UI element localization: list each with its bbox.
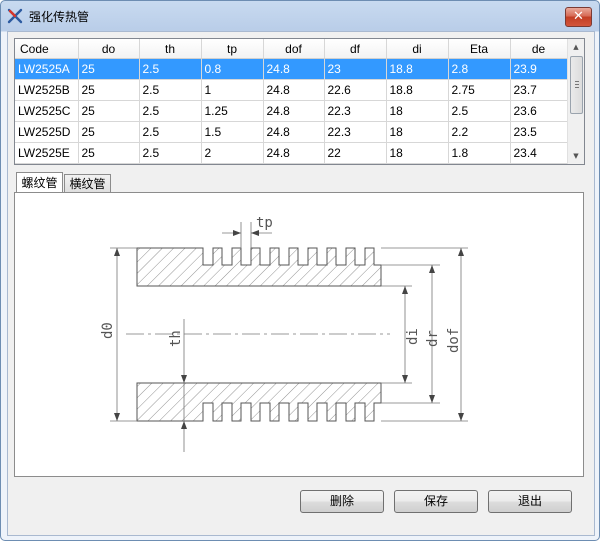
table-cell: LW2525B (15, 79, 79, 101)
title-bar: 强化传热管 ✕ (1, 1, 599, 31)
table-cell: 24.8 (263, 121, 325, 143)
table-cell: LW2525C (15, 100, 79, 122)
table-cell: 1.8 (448, 142, 511, 164)
table-cell: 2.5 (139, 58, 202, 80)
table-cell: 2.5 (139, 79, 202, 101)
tube-cross-section-diagram: tp d0 th di dr dof (100, 215, 468, 452)
column-header[interactable]: do (78, 39, 140, 59)
column-header[interactable]: df (324, 39, 387, 59)
tube-data-grid[interactable]: Code do th tp dof df di Eta de LW2525A 25… (14, 38, 585, 165)
vertical-scrollbar[interactable]: ▲ ▼ (567, 39, 584, 164)
table-cell: 23.5 (510, 121, 568, 143)
table-row-partial[interactable] (15, 163, 568, 164)
x-app-icon (7, 8, 23, 24)
table-cell: LW2525A (15, 58, 79, 80)
table-cell: 1.25 (201, 100, 264, 122)
table-cell: 2.5 (139, 100, 202, 122)
close-button[interactable]: ✕ (565, 7, 592, 27)
table-cell: 25 (78, 79, 140, 101)
table-cell: 22.6 (324, 79, 387, 101)
table-cell: 2.5 (448, 100, 511, 122)
table-cell: 18 (386, 100, 449, 122)
table-row[interactable]: LW2525E 25 2.5 2 24.8 22 18 1.8 23.4 (15, 142, 568, 164)
table-cell: 25 (78, 100, 140, 122)
header-row: Code do th tp dof df di Eta de (15, 39, 568, 59)
column-header[interactable]: Eta (448, 39, 511, 59)
close-icon: ✕ (573, 9, 584, 24)
table-cell: 22.3 (324, 100, 387, 122)
scroll-thumb[interactable] (570, 56, 583, 114)
column-header[interactable]: th (139, 39, 202, 59)
table-cell: 1 (201, 79, 264, 101)
table-cell: 23.4 (510, 142, 568, 164)
table-cell: 25 (78, 142, 140, 164)
table-row[interactable]: LW2525A 25 2.5 0.8 24.8 23 18.8 2.8 23.9 (15, 58, 568, 80)
table-cell: 18 (386, 121, 449, 143)
table-cell: 2.5 (139, 121, 202, 143)
scroll-down-icon[interactable]: ▼ (568, 148, 584, 164)
table-cell: 2 (201, 142, 264, 164)
dr-label: dr (425, 330, 441, 347)
th-label: th (168, 330, 184, 347)
upper-wall (136, 247, 382, 287)
delete-button[interactable]: 删除 (300, 490, 384, 513)
table-row[interactable]: LW2525B 25 2.5 1 24.8 22.6 18.8 2.75 23.7 (15, 79, 568, 101)
di-label: di (405, 328, 421, 345)
table-cell: LW2525D (15, 121, 79, 143)
table-cell: 24.8 (263, 79, 325, 101)
table-cell: 23 (324, 58, 387, 80)
table-cell: 24.8 (263, 142, 325, 164)
data-table: Code do th tp dof df di Eta de LW2525A 25… (15, 39, 568, 164)
table-cell: 0.8 (201, 58, 264, 80)
exit-button[interactable]: 退出 (488, 490, 572, 513)
table-cell: 2.2 (448, 121, 511, 143)
column-header[interactable]: di (386, 39, 449, 59)
table-cell: 24.8 (263, 58, 325, 80)
table-cell: 23.9 (510, 58, 568, 80)
table-cell: 18.8 (386, 79, 449, 101)
column-header[interactable]: de (510, 39, 568, 59)
table-cell: 2.8 (448, 58, 511, 80)
table-cell: 23.7 (510, 79, 568, 101)
table-cell: 25 (78, 58, 140, 80)
lower-wall (136, 382, 382, 422)
column-header[interactable]: Code (15, 39, 79, 59)
dof-label: dof (446, 328, 462, 353)
column-header[interactable]: dof (263, 39, 325, 59)
table-cell: 24.8 (263, 100, 325, 122)
table-cell: 22.3 (324, 121, 387, 143)
table-cell: 2.75 (448, 79, 511, 101)
save-button[interactable]: 保存 (394, 490, 478, 513)
scroll-up-icon[interactable]: ▲ (568, 39, 584, 55)
table-row[interactable]: LW2525C 25 2.5 1.25 24.8 22.3 18 2.5 23.6 (15, 100, 568, 122)
column-header[interactable]: tp (201, 39, 264, 59)
d0-label: d0 (100, 322, 116, 339)
table-cell: 2.5 (139, 142, 202, 164)
tp-label: tp (256, 215, 273, 231)
table-cell: 1.5 (201, 121, 264, 143)
tab-transverse-tube[interactable]: 横纹管 (64, 174, 111, 193)
table-cell: 23.6 (510, 100, 568, 122)
table-cell: LW2525E (15, 142, 79, 164)
tab-spiral-tube[interactable]: 螺纹管 (16, 172, 63, 193)
table-row[interactable]: LW2525D 25 2.5 1.5 24.8 22.3 18 2.2 23.5 (15, 121, 568, 143)
table-cell: 25 (78, 121, 140, 143)
table-cell: 18 (386, 142, 449, 164)
table-cell: 18.8 (386, 58, 449, 80)
table-cell: 22 (324, 142, 387, 164)
window-title: 强化传热管 (29, 10, 90, 24)
